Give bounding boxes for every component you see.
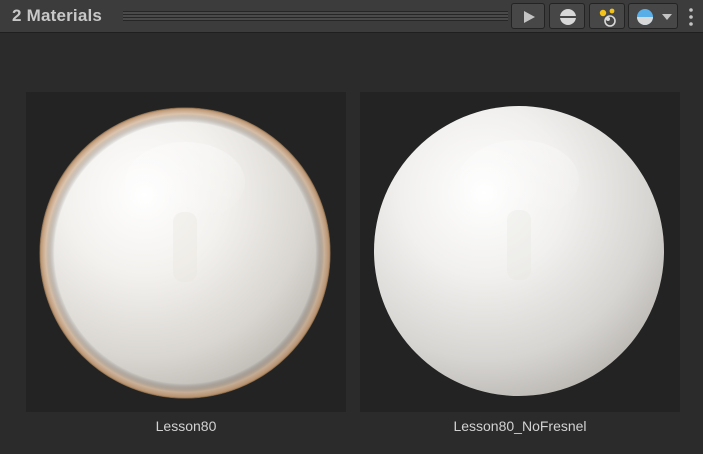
material-label-lesson80: Lesson80 — [155, 418, 217, 434]
sphere-preview-icon — [560, 9, 576, 25]
skybox-dropdown[interactable] — [628, 3, 678, 29]
material-sphere-image — [374, 106, 664, 396]
window-title: 2 Materials — [12, 6, 103, 25]
play-button[interactable] — [511, 3, 545, 29]
chevron-down-icon — [662, 14, 672, 20]
material-preview-lesson80-nofresnel[interactable] — [360, 92, 680, 412]
preview-shape-button[interactable] — [549, 3, 585, 29]
lights-button[interactable] — [589, 3, 625, 29]
skybox-icon — [637, 9, 672, 25]
material-preview-lesson80[interactable] — [26, 92, 346, 412]
lights-icon — [599, 8, 616, 27]
material-sphere-image — [39, 107, 331, 399]
play-icon — [524, 11, 535, 23]
drag-grip[interactable] — [123, 11, 508, 21]
window-header: 2 Materials — [0, 0, 703, 33]
kebab-menu-icon[interactable] — [684, 6, 698, 28]
material-label-lesson80-nofresnel: Lesson80_NoFresnel — [453, 418, 587, 434]
